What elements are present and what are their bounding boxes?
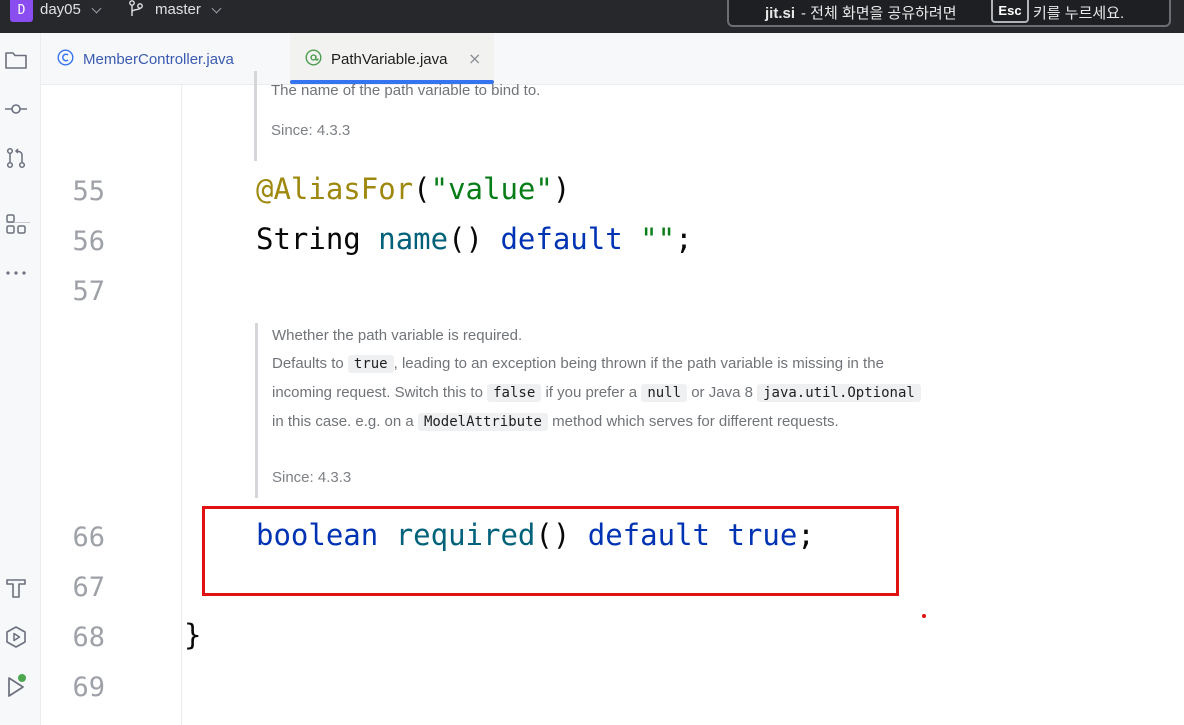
- services-icon[interactable]: [4, 625, 28, 649]
- chevron-down-icon[interactable]: [211, 3, 222, 14]
- doc-text: method which serves for different reques…: [552, 413, 839, 430]
- chevron-down-icon[interactable]: [91, 3, 102, 14]
- esc-key-badge: Esc: [991, 0, 1029, 23]
- project-folder-icon[interactable]: [4, 48, 28, 72]
- project-name[interactable]: day05: [40, 1, 81, 18]
- build-icon[interactable]: [4, 576, 28, 600]
- string-token: "value": [430, 172, 553, 206]
- pull-requests-icon[interactable]: [4, 146, 28, 170]
- brace-token: }: [184, 618, 202, 652]
- doc-code: java.util.Optional: [757, 384, 921, 402]
- screen-share-notice: jit.si - 전체 화면을 공유하려면 Esc 키를 누르세요.: [727, 0, 1171, 27]
- branch-name[interactable]: master: [155, 1, 201, 18]
- doc-summary: Whether the path variable is required.: [272, 327, 523, 344]
- line-number: 69: [72, 672, 105, 703]
- type-token: String: [256, 222, 361, 256]
- jitsi-message: - 전체 화면을 공유하려면: [801, 5, 957, 22]
- doc-text: incoming request. Switch this to: [272, 384, 483, 401]
- line-number: 57: [72, 276, 105, 307]
- doc-text: , leading to an exception being thrown i…: [393, 355, 884, 372]
- paren-token: ): [552, 172, 571, 206]
- close-icon[interactable]: ×: [468, 49, 481, 68]
- line-number: 68: [72, 622, 105, 653]
- string-token: "": [640, 222, 676, 256]
- javadoc-block: The name of the path variable to bind to…: [254, 71, 991, 161]
- tool-window-strip: [0, 33, 41, 725]
- doc-text: Defaults to: [272, 355, 344, 372]
- doc-paragraph: Defaults to true, leading to an exceptio…: [272, 349, 1012, 436]
- annotation-dot: [922, 614, 926, 618]
- semicolon-token: ;: [675, 222, 693, 256]
- line-number: 67: [72, 572, 105, 603]
- paren-token: (: [413, 172, 431, 206]
- method-token: name: [378, 222, 449, 256]
- doc-code: false: [487, 384, 542, 402]
- line-number: 56: [72, 226, 105, 257]
- doc-since: Since: 4.3.3: [271, 122, 351, 139]
- doc-text: in this case. e.g. on a: [272, 413, 414, 430]
- doc-text: The name of the path variable to bind to…: [271, 82, 541, 99]
- more-icon[interactable]: [4, 261, 28, 285]
- doc-code: true: [347, 355, 394, 373]
- doc-text: or Java 8: [691, 384, 753, 401]
- class-icon: [57, 49, 74, 66]
- doc-code: null: [641, 384, 688, 402]
- annotation-icon: [305, 49, 322, 66]
- javadoc-block: Whether the path variable is required. D…: [255, 323, 1012, 498]
- annotation-token: @AliasFor: [256, 172, 414, 206]
- title-bar: D day05 master jit.si - 전체 화면을 공유하려면 Esc …: [0, 0, 1184, 33]
- highlight-box: [202, 506, 899, 596]
- keyword-token: default: [500, 222, 623, 256]
- code-line-56[interactable]: String name() default "";: [256, 222, 693, 256]
- run-status-dot: [18, 674, 26, 682]
- code-line-68[interactable]: }: [184, 618, 201, 652]
- line-number-gutter: 55 56 57 66 67 68 69: [41, 85, 182, 725]
- jitsi-message-end: 키를 누르세요.: [1033, 5, 1125, 22]
- tab-membercontroller[interactable]: MemberController.java: [41, 33, 281, 84]
- paren-token: (): [448, 222, 483, 256]
- screen-share-message: jit.si - 전체 화면을 공유하려면: [765, 2, 957, 23]
- tab-label: MemberController.java: [83, 51, 234, 68]
- code-line-55[interactable]: @AliasFor("value"): [256, 172, 570, 206]
- commit-icon[interactable]: [4, 97, 28, 121]
- doc-since: Since: 4.3.3: [272, 469, 352, 486]
- doc-code: ModelAttribute: [417, 413, 548, 431]
- line-number: 55: [72, 176, 105, 207]
- tab-label: PathVariable.java: [331, 51, 448, 68]
- structure-icon[interactable]: [4, 212, 28, 236]
- line-number: 66: [72, 522, 105, 553]
- branch-icon: [129, 0, 143, 16]
- project-badge[interactable]: D: [10, 0, 33, 22]
- jitsi-brand: jit.si: [765, 5, 796, 22]
- doc-text: if you prefer a: [545, 384, 638, 401]
